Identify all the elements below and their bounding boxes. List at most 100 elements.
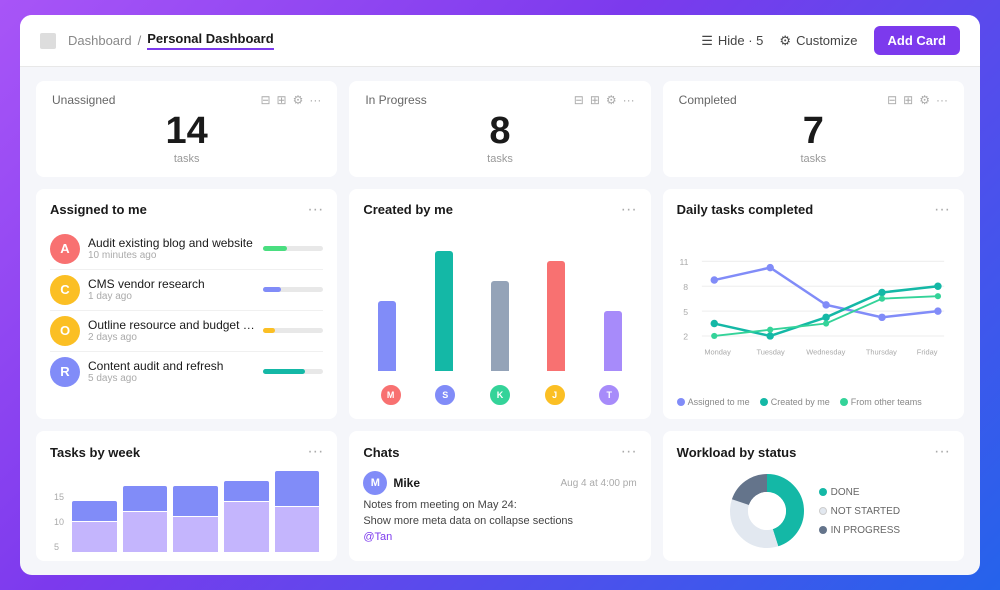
assigned-panel-menu[interactable]: ··· — [307, 201, 323, 219]
chat-avatar: M — [363, 471, 387, 495]
donut-chart — [727, 471, 807, 551]
expand-icon[interactable]: ⊞ — [590, 93, 600, 107]
tasks-week-menu[interactable]: ··· — [307, 443, 323, 461]
tasks-week-title: Tasks by week — [50, 445, 140, 460]
task-avatar: C — [50, 275, 80, 305]
task-bar-container — [263, 246, 323, 251]
week-bars — [72, 471, 319, 552]
settings-icon[interactable]: ⚙ — [919, 93, 930, 107]
task-info: Audit existing blog and website 10 minut… — [88, 236, 255, 261]
task-avatar: A — [50, 234, 80, 264]
stat-card: In Progress ⊟ ⊞ ⚙ ··· 8 tasks — [349, 81, 650, 177]
hide-label: Hide · 5 — [718, 33, 764, 48]
legend-label-assigned: Assigned to me — [688, 397, 750, 407]
svg-text:Monday: Monday — [704, 347, 731, 356]
donut-label-done-text: DONE — [831, 487, 860, 498]
more-icon[interactable]: ··· — [936, 93, 948, 107]
task-time: 1 day ago — [88, 291, 255, 302]
dashboard-icon — [40, 33, 56, 49]
week-bar-group — [123, 486, 168, 552]
assigned-panel-title: Assigned to me — [50, 202, 147, 217]
bar-col — [604, 311, 622, 371]
chats-panel-title: Chats — [363, 445, 399, 460]
daily-panel: Daily tasks completed ··· 11 8 5 2 — [663, 189, 964, 419]
legend-dot-assigned — [677, 398, 685, 406]
task-bar-container — [263, 328, 323, 333]
legend-created: Created by me — [760, 397, 830, 407]
week-bar-group — [72, 501, 117, 552]
workload-panel-menu[interactable]: ··· — [934, 443, 950, 461]
chat-message-2: Show more meta data on collapse sections — [363, 515, 636, 527]
week-bar-group — [224, 481, 269, 552]
chat-username: Mike — [393, 476, 420, 490]
chat-user: M Mike — [363, 471, 420, 495]
settings-icon[interactable]: ⚙ — [293, 93, 304, 107]
stat-icons: ⊟ ⊞ ⚙ ··· — [260, 93, 321, 107]
assigned-panel-header: Assigned to me ··· — [50, 201, 323, 219]
settings-icon[interactable]: ⚙ — [606, 93, 617, 107]
chats-panel-menu[interactable]: ··· — [621, 443, 637, 461]
stat-number: 7 — [679, 111, 948, 153]
stat-label: Unassigned — [52, 93, 115, 107]
task-item[interactable]: C CMS vendor research 1 day ago — [50, 270, 323, 311]
task-list: A Audit existing blog and website 10 min… — [50, 229, 323, 392]
customize-button[interactable]: ⚙ Customize — [779, 33, 857, 49]
bar-avatar: M — [379, 383, 403, 407]
bar-chart-container: MSKJT — [363, 229, 636, 407]
task-name: CMS vendor research — [88, 277, 255, 291]
filter-icon[interactable]: ⊟ — [260, 93, 270, 107]
svg-text:2: 2 — [683, 331, 688, 341]
task-item[interactable]: A Audit existing blog and website 10 min… — [50, 229, 323, 270]
main-container: Dashboard / Personal Dashboard ☰ Hide · … — [20, 15, 980, 575]
task-info: Outline resource and budget needs 2 days… — [88, 318, 255, 343]
task-item[interactable]: R Content audit and refresh 5 days ago — [50, 352, 323, 392]
week-bar-top — [224, 481, 269, 501]
legend-other: From other teams — [840, 397, 922, 407]
task-info: Content audit and refresh 5 days ago — [88, 359, 255, 384]
filter-icon[interactable]: ⊟ — [887, 93, 897, 107]
bar-col — [378, 301, 396, 371]
task-avatar: O — [50, 316, 80, 346]
add-card-button[interactable]: Add Card — [874, 26, 961, 55]
chats-panel-header: Chats ··· — [363, 443, 636, 461]
stat-unit: tasks — [365, 153, 634, 165]
stat-card: Completed ⊟ ⊞ ⚙ ··· 7 tasks — [663, 81, 964, 177]
customize-label: Customize — [796, 33, 857, 48]
week-bar-top — [173, 486, 218, 516]
week-bar-top — [123, 486, 168, 511]
legend-dot-other — [840, 398, 848, 406]
week-bar-top — [275, 471, 320, 506]
task-bar-fill — [263, 287, 281, 292]
week-y-labels: 15105 — [54, 492, 66, 552]
legend-label-other: From other teams — [851, 397, 922, 407]
created-panel: Created by me ··· MSKJT — [349, 189, 650, 419]
chart-legend: Assigned to me Created by me From other … — [677, 397, 950, 407]
created-panel-menu[interactable]: ··· — [621, 201, 637, 219]
week-chart: 15105 — [50, 471, 323, 554]
expand-icon[interactable]: ⊞ — [903, 93, 913, 107]
chat-tag[interactable]: @Tan — [363, 531, 636, 543]
svg-text:Tuesday: Tuesday — [756, 347, 785, 356]
donut-label-not-started: NOT STARTED — [819, 506, 900, 517]
more-icon[interactable]: ··· — [309, 93, 321, 107]
expand-icon[interactable]: ⊞ — [277, 93, 287, 107]
stat-icons: ⊟ ⊞ ⚙ ··· — [574, 93, 635, 107]
task-bar-track — [263, 246, 323, 251]
svg-text:8: 8 — [683, 282, 688, 292]
workload-panel: Workload by status ··· — [663, 431, 964, 561]
stat-number: 14 — [52, 111, 321, 153]
hide-button[interactable]: ☰ Hide · 5 — [701, 33, 763, 49]
donut-dot-in-progress — [819, 526, 827, 534]
task-info: CMS vendor research 1 day ago — [88, 277, 255, 302]
task-item[interactable]: O Outline resource and budget needs 2 da… — [50, 311, 323, 352]
bar-col — [491, 281, 509, 371]
more-icon[interactable]: ··· — [623, 93, 635, 107]
task-bar-fill — [263, 246, 287, 251]
line-chart-svg: 11 8 5 2 Monday Tuesday Wednesday Thursd… — [677, 229, 950, 393]
daily-panel-menu[interactable]: ··· — [934, 201, 950, 219]
filter-icon[interactable]: ⊟ — [574, 93, 584, 107]
chat-header-row: M Mike Aug 4 at 4:00 pm — [363, 471, 636, 495]
week-bar-bottom — [72, 522, 117, 552]
breadcrumb-dashboard: Dashboard — [68, 33, 132, 48]
donut-area: DONE NOT STARTED IN PROGRESS — [677, 471, 950, 551]
